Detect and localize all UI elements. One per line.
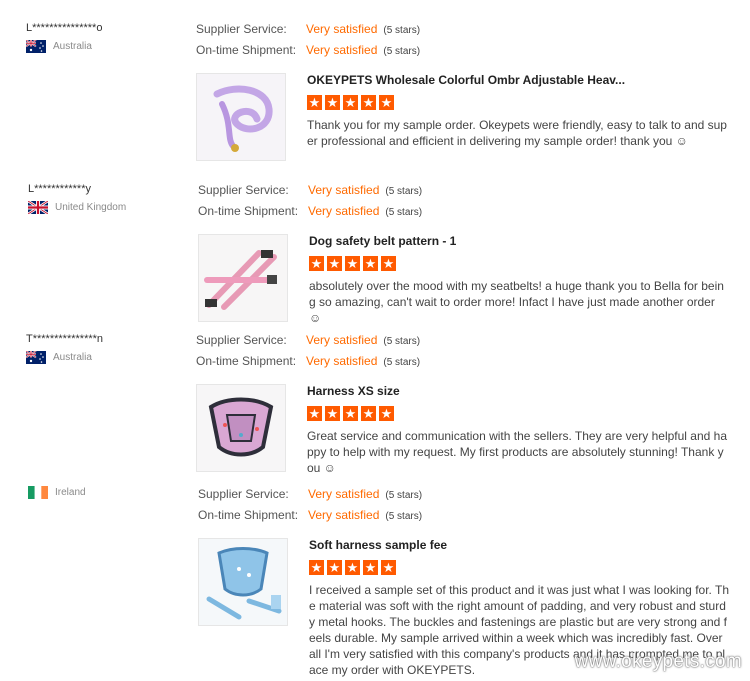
review-comment: Great service and communication with the…: [307, 429, 727, 475]
country-name: United Kingdom: [55, 202, 127, 213]
review-comment: absolutely over the mood with my seatbel…: [309, 279, 724, 325]
country-name: Australia: [53, 352, 92, 363]
star-icon: ★: [379, 406, 394, 421]
buyer-country: Australia: [26, 40, 102, 53]
australia-flag-icon: [26, 40, 46, 53]
star-icon: ★: [325, 95, 340, 110]
supplier-service-row: Supplier Service: Very satisfied (5 stars): [198, 180, 422, 201]
product-image[interactable]: [196, 73, 286, 161]
supplier-service-value: Very satisfied: [306, 333, 378, 347]
star-icon: ★: [343, 406, 358, 421]
ontime-shipment-row: On-time Shipment: Very satisfied (5 stars): [196, 40, 420, 61]
buyer-name: T***************n: [26, 333, 104, 345]
supplier-service-row: Supplier Service: Very satisfied (5 stars): [196, 19, 420, 40]
star-icon: ★: [345, 256, 360, 271]
buyer-country: United Kingdom: [28, 201, 126, 214]
product-info: OKEYPETS Wholesale Colorful Ombr Adjusta…: [307, 73, 727, 149]
product-image[interactable]: [198, 234, 288, 322]
ontime-shipment-value: Very satisfied: [308, 508, 380, 522]
star-icon: ★: [327, 256, 342, 271]
star-icon: ★: [309, 256, 324, 271]
ontime-shipment-stars: (5 stars): [383, 357, 421, 368]
ontime-shipment-row: On-time Shipment: Very satisfied (5 stars): [198, 505, 422, 526]
supplier-service-label: Supplier Service:: [198, 183, 289, 197]
supplier-service-value: Very satisfied: [306, 22, 378, 36]
buyer-info: Ireland: [28, 486, 86, 499]
product-title[interactable]: OKEYPETS Wholesale Colorful Ombr Adjusta…: [307, 73, 727, 87]
buyer-info: T***************n Australia: [26, 333, 103, 364]
star-icon: ★: [379, 95, 394, 110]
buyer-info: L************y United Kingdom: [28, 183, 126, 214]
country-name: Australia: [53, 41, 92, 52]
star-rating: ★ ★ ★ ★ ★: [309, 560, 729, 575]
product-info: Dog safety belt pattern - 1 ★ ★ ★ ★ ★ absolu…: [309, 234, 729, 326]
buyer-country: Ireland: [28, 486, 86, 499]
star-icon: ★: [343, 95, 358, 110]
supplier-service-stars: (5 stars): [383, 336, 421, 347]
star-icon: ★: [363, 256, 378, 271]
united-kingdom-flag-icon: [28, 201, 48, 214]
star-icon: ★: [381, 256, 396, 271]
ontime-shipment-row: On-time Shipment: Very satisfied (5 stars): [198, 201, 422, 222]
supplier-service-row: Supplier Service: Very satisfied (5 stars): [196, 330, 420, 351]
ontime-shipment-label: On-time Shipment:: [196, 43, 297, 57]
ontime-shipment-stars: (5 stars): [385, 511, 423, 522]
site-watermark: www.okeypets.com: [574, 651, 742, 672]
supplier-ratings: Supplier Service: Very satisfied (5 stars)…: [198, 484, 422, 526]
supplier-service-label: Supplier Service:: [196, 333, 287, 347]
star-icon: ★: [325, 406, 340, 421]
star-icon: ★: [361, 95, 376, 110]
product-image[interactable]: [196, 384, 286, 472]
ontime-shipment-label: On-time Shipment:: [196, 354, 297, 368]
star-icon: ★: [361, 406, 376, 421]
product-info: Harness XS size ★ ★ ★ ★ ★ Great service and …: [307, 384, 727, 476]
supplier-service-row: Supplier Service: Very satisfied (5 stars): [198, 484, 422, 505]
country-name: Ireland: [55, 487, 86, 498]
ontime-shipment-value: Very satisfied: [308, 204, 380, 218]
supplier-service-stars: (5 stars): [385, 490, 423, 501]
supplier-service-label: Supplier Service:: [198, 487, 289, 501]
star-icon: ★: [307, 95, 322, 110]
supplier-ratings: Supplier Service: Very satisfied (5 stars)…: [196, 330, 420, 372]
ontime-shipment-value: Very satisfied: [306, 354, 378, 368]
supplier-service-value: Very satisfied: [308, 487, 380, 501]
ontime-shipment-stars: (5 stars): [383, 46, 421, 57]
star-icon: ★: [307, 406, 322, 421]
supplier-ratings: Supplier Service: Very satisfied (5 stars)…: [198, 180, 422, 222]
star-icon: ★: [381, 560, 396, 575]
star-icon: ★: [309, 560, 324, 575]
product-title[interactable]: Soft harness sample fee: [309, 538, 729, 552]
star-rating: ★ ★ ★ ★ ★: [307, 406, 727, 421]
buyer-name: L************y: [28, 183, 91, 195]
supplier-service-value: Very satisfied: [308, 183, 380, 197]
supplier-service-stars: (5 stars): [383, 25, 421, 36]
star-rating: ★ ★ ★ ★ ★: [309, 256, 729, 271]
ontime-shipment-label: On-time Shipment:: [198, 204, 299, 218]
star-icon: ★: [327, 560, 342, 575]
ontime-shipment-value: Very satisfied: [306, 43, 378, 57]
product-image[interactable]: [198, 538, 288, 626]
star-icon: ★: [363, 560, 378, 575]
buyer-info: L***************o Australia: [26, 22, 102, 53]
australia-flag-icon: [26, 351, 46, 364]
ontime-shipment-label: On-time Shipment:: [198, 508, 299, 522]
review-comment: Thank you for my sample order. Okeypets …: [307, 118, 727, 148]
product-title[interactable]: Dog safety belt pattern - 1: [309, 234, 729, 248]
product-title[interactable]: Harness XS size: [307, 384, 727, 398]
star-icon: ★: [345, 560, 360, 575]
ireland-flag-icon: [28, 486, 48, 499]
supplier-ratings: Supplier Service: Very satisfied (5 stars)…: [196, 19, 420, 61]
ontime-shipment-stars: (5 stars): [385, 207, 423, 218]
star-rating: ★ ★ ★ ★ ★: [307, 95, 727, 110]
supplier-service-stars: (5 stars): [385, 186, 423, 197]
supplier-service-label: Supplier Service:: [196, 22, 287, 36]
buyer-name: L***************o: [26, 22, 103, 34]
buyer-country: Australia: [26, 351, 103, 364]
ontime-shipment-row: On-time Shipment: Very satisfied (5 stars): [196, 351, 420, 372]
